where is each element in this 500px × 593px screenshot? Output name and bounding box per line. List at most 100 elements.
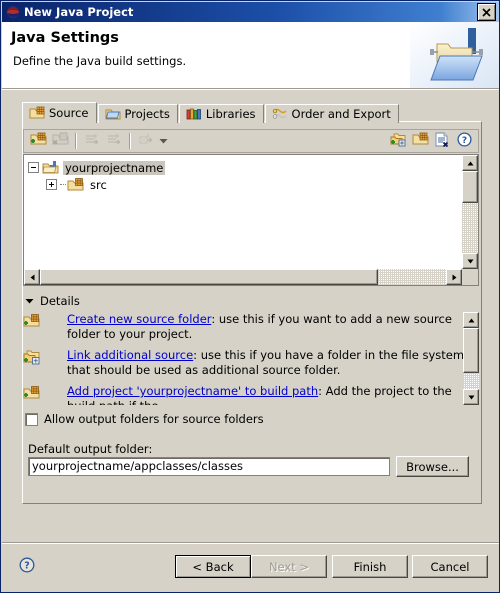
tab-source-label: Source [49,106,89,120]
tab-projects[interactable]: Projects [97,104,178,123]
details-section-header[interactable]: Details [23,294,80,308]
tree-vsb-thumb[interactable] [462,171,478,203]
scroll-left-arrow-icon[interactable] [24,269,40,285]
source-folders-tree[interactable]: yourprojectname src [23,154,479,286]
details-list: Create new source folder: use this if yo… [23,312,479,405]
add-exclusion-icon [106,132,122,150]
tab-order-and-export[interactable]: Order and Export [264,104,399,123]
scroll-right-arrow-icon[interactable] [446,269,462,285]
tab-libraries[interactable]: Libraries [178,104,264,123]
tab-strip: Source Projects Libraries Order and Expo… [22,102,400,123]
source-folder-icon [29,106,45,120]
tree-horizontal-scrollbar[interactable] [24,268,462,285]
new-java-project-dialog: New Java Project Java Settings Define th… [0,0,500,593]
tree-node-src[interactable]: src [28,176,462,193]
java-project-icon [6,5,20,19]
detail-text-2: Link additional source: use this if you … [43,348,479,378]
add-exclusion-button[interactable] [103,131,125,151]
details-vsb-thumb[interactable] [463,328,479,373]
link-source-toolbar-button[interactable] [387,131,409,151]
configure-filters-button[interactable] [135,131,157,151]
next-button[interactable]: Next > [251,555,327,578]
allow-output-folders-row[interactable]: Allow output folders for source folders [25,412,264,426]
tree-node-project-label: yourprojectname [63,160,166,175]
add-inclusion-button[interactable] [81,131,103,151]
add-source-folder-icon [30,132,47,150]
close-icon[interactable] [477,3,496,21]
tab-projects-label: Projects [124,107,170,121]
back-button-label: < Back [192,559,234,574]
details-vertical-scrollbar[interactable] [463,312,479,405]
create-new-source-folder-toolbar-button[interactable] [409,131,431,151]
collapse-icon[interactable] [28,162,39,173]
tab-source[interactable]: Source [22,102,97,123]
allow-output-folders-label: Allow output folders for source folders [44,412,264,426]
edit-filters-toolbar-button[interactable] [431,131,453,151]
add-inclusion-icon [84,132,100,150]
tree-content: yourprojectname src [24,155,462,285]
toolbar-separator-2 [129,133,131,149]
toolbar-help-button[interactable]: ? [453,131,475,151]
wizard-header: Java Settings Define the Java build sett… [2,22,499,88]
remove-source-folder-button[interactable] [49,131,71,151]
details-scroll-down-arrow-icon[interactable] [463,389,479,405]
details-label: Details [40,294,80,308]
project-folder-icon [42,160,60,176]
browse-button[interactable]: Browse... [396,456,469,477]
tree-hsb-thumb[interactable] [40,269,378,285]
detail-item-link-additional-source[interactable]: Link additional source: use this if you … [23,348,479,378]
libraries-books-icon [186,107,202,121]
tree-node-project[interactable]: yourprojectname [28,159,462,176]
chevron-down-icon [23,295,35,307]
link-additional-source-icon [390,132,407,150]
detail-item-add-project-to-build-path[interactable]: Add project 'yourprojectname' to build p… [23,384,479,405]
link-additional-source-icon [23,349,41,365]
help-question-icon: ? [456,132,472,150]
browse-button-label: Browse... [406,459,459,474]
scroll-up-arrow-icon[interactable] [462,155,478,171]
toolbar-separator-1 [75,133,77,149]
next-button-label: Next > [268,559,310,574]
add-project-to-build-path-icon [23,385,41,401]
finish-button-label: Finish [353,559,387,574]
allow-output-folders-checkbox[interactable] [25,412,38,426]
link-create-new-source-folder[interactable]: Create new source folder [67,312,211,326]
default-output-folder-input[interactable]: yourprojectname/appclasses/classes [28,457,390,476]
create-new-source-folder-icon [412,132,429,150]
scroll-down-arrow-icon[interactable] [462,253,478,269]
tree-vertical-scrollbar[interactable] [461,155,478,269]
scrollbar-corner [462,269,478,285]
link-add-project-to-build-path[interactable]: Add project 'yourprojectname' to build p… [67,384,318,398]
create-new-source-folder-icon [23,313,41,329]
cancel-button[interactable]: Cancel [412,555,488,578]
tab-order-and-export-label: Order and Export [291,107,391,121]
edit-filters-icon [434,132,450,150]
java-folder-banner-icon [410,22,499,88]
dialog-footer: ? < Back Next > Finish Cancel [2,544,499,592]
cancel-button-label: Cancel [430,559,470,574]
detail-text-1: Create new source folder: use this if yo… [43,312,479,342]
back-button[interactable]: < Back [175,555,251,578]
help-question-icon[interactable]: ? [19,557,35,573]
remove-source-folder-icon [52,132,69,150]
window-title: New Java Project [24,5,134,19]
tree-connector [60,183,66,186]
detail-text-3: Add project 'yourprojectname' to build p… [43,384,479,405]
page-subtitle: Define the Java build settings. [13,54,187,68]
order-export-icon [272,107,288,121]
projects-folder-icon [105,107,121,121]
page-title: Java Settings [11,30,119,46]
title-bar: New Java Project [2,2,499,22]
source-toolbar: ? [23,129,479,153]
add-source-folder-button[interactable] [27,131,49,151]
configure-filters-icon [138,132,154,150]
finish-button[interactable]: Finish [332,555,408,578]
source-folder-icon [67,177,85,193]
svg-text:?: ? [24,561,30,572]
tab-libraries-label: Libraries [205,107,256,121]
link-link-additional-source[interactable]: Link additional source [67,348,193,362]
toolbar-dropdown-arrow[interactable] [157,131,169,151]
detail-item-create-new-source-folder[interactable]: Create new source folder: use this if yo… [23,312,479,342]
details-scroll-up-arrow-icon[interactable] [463,312,479,328]
expand-icon[interactable] [46,179,57,190]
